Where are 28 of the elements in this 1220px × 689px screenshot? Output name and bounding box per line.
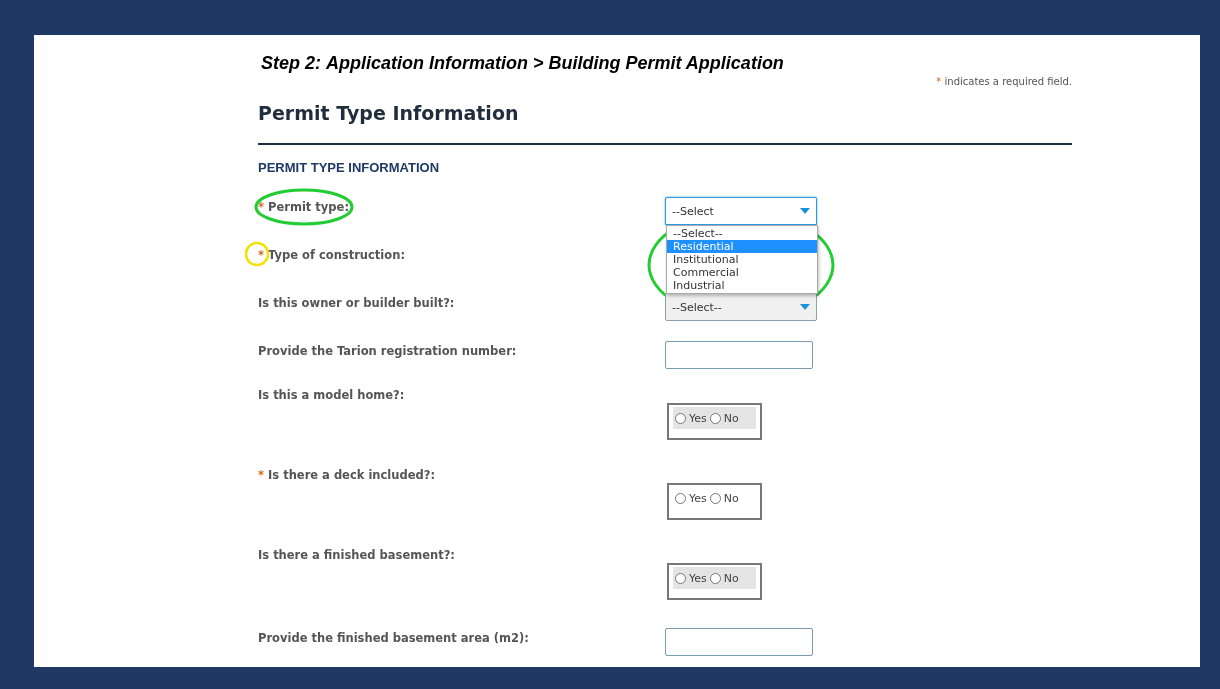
radio-label: No bbox=[723, 491, 739, 505]
input-field[interactable] bbox=[665, 628, 813, 656]
input-field[interactable] bbox=[665, 341, 813, 369]
radio-button[interactable] bbox=[709, 572, 721, 584]
radio-label: Yes bbox=[689, 571, 707, 585]
radio-label: Yes bbox=[689, 491, 707, 505]
radio-button[interactable] bbox=[675, 572, 686, 584]
required-note: * indicates a required field. bbox=[936, 76, 1072, 87]
section-title: PERMIT TYPE INFORMATION bbox=[258, 160, 440, 175]
field-label: Provide the finished basement area (m2): bbox=[258, 630, 530, 645]
breadcrumb-item: Building Permit Application bbox=[548, 53, 784, 75]
field-label: * Permit type: bbox=[258, 199, 350, 214]
field-label: * Is there a deck included?: bbox=[258, 468, 436, 482]
page-title: Permit Type Information bbox=[258, 102, 519, 124]
field-label: Provide the Tarion registration number: bbox=[258, 343, 518, 358]
field-label: Is this a model home?: bbox=[258, 388, 406, 402]
radio-label: No bbox=[723, 571, 739, 585]
radio-button[interactable] bbox=[709, 412, 721, 424]
radio-button[interactable] bbox=[675, 492, 686, 504]
breadcrumb-item: > bbox=[533, 53, 544, 75]
radio-label: No bbox=[723, 411, 739, 425]
field-label: Is this owner or builder built?: bbox=[258, 295, 456, 310]
radio-button[interactable] bbox=[709, 492, 721, 504]
radio-label: Yes bbox=[689, 411, 707, 425]
radio-button[interactable] bbox=[675, 412, 686, 424]
breadcrumb-step: Step 2: bbox=[261, 53, 321, 75]
breadcrumb-item: Application Information bbox=[326, 53, 528, 75]
field-label: Is there a finished basement?: bbox=[258, 548, 456, 562]
